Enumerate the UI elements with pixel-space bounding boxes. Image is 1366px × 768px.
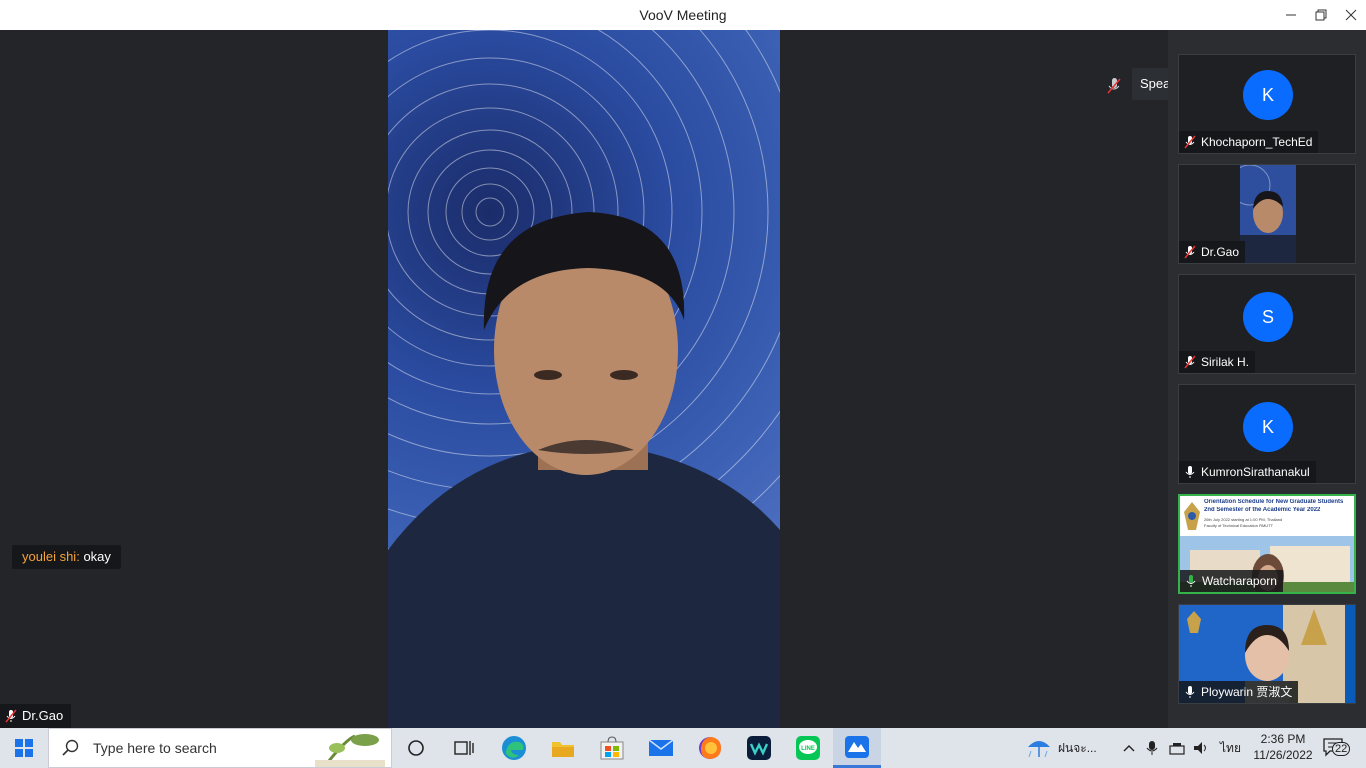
participant-name: Khochaporn_TechEd <box>1201 135 1313 149</box>
participant-avatar: K <box>1243 402 1293 452</box>
search-highlight-illustration <box>315 734 385 767</box>
weather-text: ฝนจะ... <box>1058 740 1097 755</box>
mic-muted-icon <box>5 709 17 723</box>
task-view-icon <box>454 741 474 755</box>
participant-name: KumronSirathanakul <box>1201 465 1310 479</box>
mic-muted-icon <box>1184 355 1196 369</box>
clock-time: 2:36 PM <box>1260 732 1306 746</box>
mic-icon <box>1185 686 1195 698</box>
minimize-button[interactable] <box>1276 0 1306 30</box>
notification-count: 22 <box>1332 742 1351 756</box>
mail-icon <box>648 739 674 756</box>
slide-line-2: Faculty of Technical Education RMUTT <box>1204 523 1274 528</box>
participant-name: Dr.Gao <box>1201 245 1240 259</box>
task-view-button[interactable] <box>440 728 488 768</box>
line-app-icon: LINE <box>796 736 820 760</box>
taskbar-clock[interactable]: 2:36 PM 11/26/2022 <box>1246 731 1320 763</box>
cortana-icon <box>408 740 424 756</box>
microphone-tray-button[interactable] <box>1145 728 1159 768</box>
chat-text: okay <box>83 549 111 564</box>
participant-label: Ploywarin 贾淑文 <box>1179 681 1299 703</box>
minimize-icon <box>1286 14 1296 16</box>
edge-icon <box>502 736 526 760</box>
participant-avatar: S <box>1243 292 1293 342</box>
participant-tile[interactable]: K KumronSirathanakul <box>1178 384 1356 484</box>
mic-muted-icon <box>1184 245 1196 259</box>
university-logo-icon <box>1184 502 1200 530</box>
speaking-mic-muted-icon <box>1107 78 1121 94</box>
edge-button[interactable] <box>490 728 538 768</box>
meeting-stage: youlei shi: okay Dr.Gao Speaking: Watcha… <box>0 30 1295 728</box>
line-button[interactable]: LINE <box>784 728 832 768</box>
webex-icon <box>747 736 771 760</box>
mail-button[interactable] <box>637 728 685 768</box>
mic-icon <box>1185 466 1195 478</box>
close-button[interactable] <box>1336 0 1366 30</box>
window-title: VooV Meeting <box>639 7 727 23</box>
participant-panel: K Khochaporn_TechEd Dr.Gao S Sirilak H. … <box>1168 30 1366 728</box>
microsoft-store-button[interactable] <box>588 728 636 768</box>
input-language-button[interactable]: ไทย <box>1220 728 1241 768</box>
participant-tile-active[interactable]: Orientation Schedule for New Graduate St… <box>1178 494 1356 594</box>
participant-label: Khochaporn_TechEd <box>1179 131 1319 153</box>
participant-name: Watcharaporn <box>1202 574 1277 588</box>
participant-tile[interactable]: S Sirilak H. <box>1178 274 1356 374</box>
mic-active-icon <box>1186 575 1196 587</box>
participant-label: KumronSirathanakul <box>1179 461 1316 483</box>
slide-title: Orientation Schedule for New Graduate St… <box>1204 499 1344 505</box>
voov-meeting-taskbar-button[interactable] <box>833 728 881 768</box>
main-video[interactable] <box>388 30 780 728</box>
svg-text:LINE: LINE <box>801 746 815 752</box>
microphone-icon <box>1146 741 1158 755</box>
firefox-icon <box>699 737 721 759</box>
windows-taskbar: Type here to search LINE ฝนจะ... ไทย 2:3… <box>0 728 1366 768</box>
slide-line-1: 26th July 2022 starting at 1:00 PM, Thai… <box>1204 517 1283 522</box>
file-explorer-button[interactable] <box>539 728 587 768</box>
clock-date: 11/26/2022 <box>1253 748 1313 762</box>
volume-tray-button[interactable] <box>1192 728 1210 768</box>
search-placeholder: Type here to search <box>93 740 217 756</box>
taskbar-search-box[interactable]: Type here to search <box>48 728 392 768</box>
weather-widget[interactable]: ฝนจะ... <box>1026 728 1097 768</box>
network-tray-button[interactable] <box>1168 728 1186 768</box>
webex-button[interactable] <box>735 728 783 768</box>
chat-message-bubble: youlei shi: okay <box>12 545 121 569</box>
participant-label: Dr.Gao <box>1179 241 1246 263</box>
chat-sender: youlei shi: <box>22 549 80 564</box>
network-icon <box>1169 743 1185 755</box>
input-language: ไทย <box>1220 740 1241 755</box>
notification-center-button[interactable]: 22 <box>1322 728 1351 768</box>
shared-slide-header: Orientation Schedule for New Graduate St… <box>1180 496 1354 536</box>
store-icon <box>600 736 624 760</box>
firefox-button[interactable] <box>686 728 734 768</box>
search-icon <box>62 739 79 756</box>
title-bar: VooV Meeting <box>0 0 1366 30</box>
participant-tile[interactable]: K Khochaporn_TechEd <box>1178 54 1356 154</box>
main-video-name-label: Dr.Gao <box>0 704 72 728</box>
mic-muted-icon <box>1184 135 1196 149</box>
chevron-up-icon <box>1123 745 1135 752</box>
participant-video-thumbnail <box>1240 165 1296 263</box>
participant-tile[interactable]: Dr.Gao <box>1178 164 1356 264</box>
windows-logo-icon <box>15 739 33 757</box>
main-participant-name: Dr.Gao <box>22 708 64 723</box>
participant-avatar: K <box>1243 70 1293 120</box>
participant-name: Ploywarin 贾淑文 <box>1201 685 1293 699</box>
slide-subtitle: 2nd Semester of the Academic Year 2022 <box>1204 507 1321 513</box>
rain-umbrella-icon <box>1028 741 1050 758</box>
restore-icon <box>1315 9 1327 21</box>
start-button[interactable] <box>0 728 48 768</box>
participant-label: Sirilak H. <box>1179 351 1256 373</box>
close-icon <box>1345 9 1357 21</box>
participant-name: Sirilak H. <box>1201 355 1250 369</box>
restore-button[interactable] <box>1306 0 1336 30</box>
speaker-icon <box>1194 742 1206 754</box>
voov-meeting-icon <box>845 735 869 758</box>
show-hidden-icons-button[interactable] <box>1122 728 1136 768</box>
folder-icon <box>552 742 574 757</box>
cortana-button[interactable] <box>392 728 440 768</box>
star-trail-background <box>388 30 780 728</box>
participant-tile[interactable]: Ploywarin 贾淑文 <box>1178 604 1356 704</box>
participant-label: Watcharaporn <box>1180 570 1283 592</box>
